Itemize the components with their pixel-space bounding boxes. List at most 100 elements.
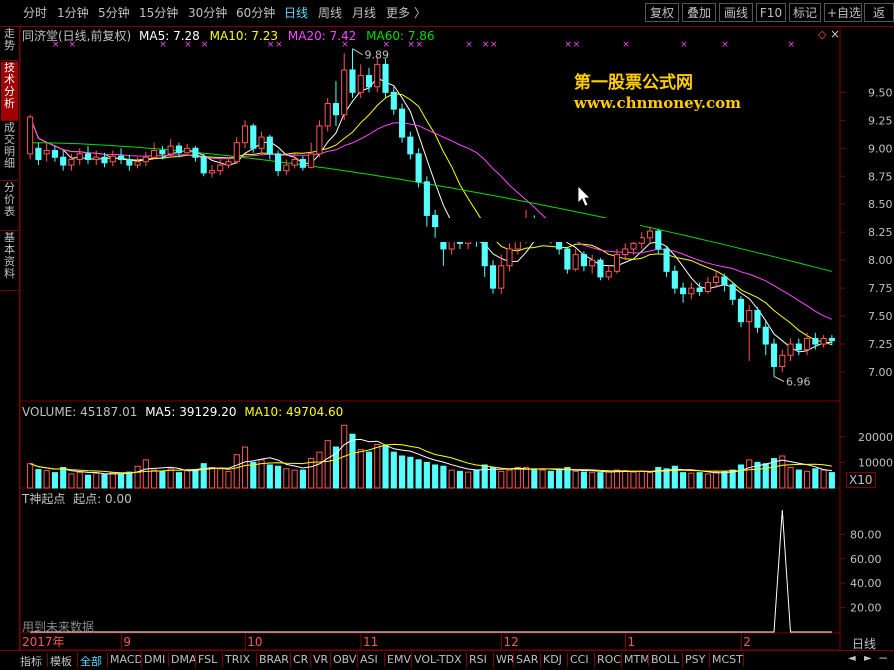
candle-body [217, 164, 224, 172]
date-axis-frame [19, 632, 841, 651]
indicator-tab-obv[interactable]: OBV [333, 653, 356, 666]
indicator-tab-模板[interactable]: 模板 [50, 653, 72, 669]
candle-body [341, 69, 348, 116]
candle-body [390, 91, 397, 110]
indicator-tab-asi[interactable]: ASI [360, 653, 378, 666]
volume-bar [51, 472, 58, 489]
period-30min[interactable]: 30分钟 [188, 4, 227, 21]
candle-body [415, 153, 422, 183]
candle-body [109, 155, 116, 163]
volume-bar [250, 461, 257, 489]
candle-body [407, 136, 414, 155]
tab-separator [290, 653, 291, 667]
candle-body [746, 310, 753, 323]
diejia-button[interactable]: 叠加 [682, 3, 716, 22]
candle-body [324, 103, 331, 127]
indicator-tab-roc[interactable]: ROC [597, 653, 621, 666]
tab-separator [621, 653, 622, 667]
tooltip-overlay [440, 218, 640, 242]
indicator-tab-wr[interactable]: WR [496, 653, 515, 666]
side-tab-jiben[interactable]: 基本资料 [1, 232, 18, 291]
candle-body [820, 337, 827, 345]
candle-body [762, 326, 769, 345]
period-fenshi[interactable]: 分时 [23, 4, 47, 21]
indicator-tab-trix[interactable]: TRIX [225, 653, 250, 666]
indicator-header: T神起点 起点: 0.00 [22, 490, 132, 507]
indicator-tab-dmi[interactable]: DMI [144, 653, 165, 666]
kline-chart[interactable]: 9.50 9.25 9.00 8.75 8.50 8.25 8.00 7.75 7.50 7.25… [0, 0, 894, 669]
candle-body [175, 145, 182, 154]
period-15min[interactable]: 15分钟 [139, 4, 178, 21]
indicator-tab-brar[interactable]: BRAR [259, 653, 289, 666]
indicator-tab-psy[interactable]: PSY [685, 653, 705, 666]
f10-button[interactable]: F10 [756, 3, 786, 22]
volume-bar [101, 474, 108, 489]
volume-bar [117, 473, 125, 489]
candle-body [308, 153, 315, 168]
indicator-tab-cci[interactable]: CCI [570, 653, 589, 666]
volume-axis-label: 10000 [858, 456, 893, 469]
fuquan-button[interactable]: 复权 [645, 3, 679, 22]
side-tab-jishu[interactable]: 技术分析 [1, 62, 18, 121]
indicator-tab-kdj[interactable]: KDJ [543, 653, 562, 666]
biaoji-button[interactable]: 标记 [789, 3, 821, 22]
volume-bar [688, 472, 695, 489]
candle-body [721, 276, 728, 286]
candle-body [167, 145, 174, 155]
chart-settings-icon[interactable]: ◇ [818, 28, 826, 41]
candle-body [283, 164, 290, 172]
back-button[interactable]: 返 [864, 3, 894, 22]
volume-bar [142, 459, 149, 489]
volume-bar [465, 471, 472, 489]
add-favorite-button[interactable]: +自选 [824, 3, 862, 22]
watermark-title: 第一股票公式网 [574, 73, 693, 93]
signal-x-marker: × [721, 40, 729, 50]
period-daily[interactable]: 日线 [284, 4, 308, 21]
main-chart-header: 同济堂(日线,前复权) MA5: 7.28 MA10: 7.23 MA20: 7… [22, 27, 435, 44]
volume-bar [167, 468, 174, 489]
chevron-right-icon[interactable]: 〉 [414, 4, 426, 21]
price-axis-label: 9.50 [868, 86, 893, 99]
volume-bar [704, 473, 711, 489]
huaxian-button[interactable]: 画线 [719, 3, 753, 22]
side-tab-fenjia[interactable]: 分价表 [1, 182, 18, 231]
indicator-tab-vol-tdx[interactable]: VOL-TDX [414, 653, 462, 666]
volume-bar [663, 468, 670, 489]
volume-bar [638, 470, 645, 489]
period-5min[interactable]: 5分钟 [98, 4, 130, 21]
indicator-tab-全部[interactable]: 全部 [80, 653, 102, 669]
tab-separator [107, 653, 108, 667]
indicator-tab-指标[interactable]: 指标 [20, 653, 42, 669]
indicator-tab-macd[interactable]: MACD [110, 653, 143, 666]
indicator-tab-sar[interactable]: SAR [516, 653, 538, 666]
indicator-tab-dma[interactable]: DMA [171, 653, 197, 666]
indicator-tab-cr[interactable]: CR [293, 653, 308, 666]
period-more[interactable]: 更多 [386, 4, 410, 21]
period-60min[interactable]: 60分钟 [236, 4, 275, 21]
indicator-tab-mcst[interactable]: MCST [712, 653, 743, 666]
tab-separator [310, 653, 311, 667]
scroll-right-icon[interactable]: ► [864, 653, 872, 664]
indicator-tab-fsl[interactable]: FSL [198, 653, 217, 666]
high-label: 9.89 [364, 49, 389, 62]
scroll-left-icon[interactable]: ◄ [848, 653, 856, 664]
indicator-tab-vr[interactable]: VR [313, 653, 328, 666]
candle-body [828, 337, 835, 342]
minus-icon[interactable]: − [878, 651, 888, 665]
indicator-tab-rsi[interactable]: RSI [469, 653, 487, 666]
indicator-axis-label: 60.00 [850, 553, 882, 566]
period-monthly[interactable]: 月线 [352, 4, 376, 21]
candle-body [159, 150, 166, 155]
volume-bar [646, 472, 654, 489]
period-toolbar: 分时 1分钟 5分钟 15分钟 30分钟 60分钟 日线 周线 月线 更多 〉 … [0, 0, 894, 27]
indicator-tab-boll[interactable]: BOLL [651, 653, 679, 666]
candle-body [804, 337, 811, 351]
volume-ma-lines [29, 438, 832, 475]
candle-body [93, 156, 100, 160]
close-icon[interactable]: × [830, 27, 840, 41]
period-weekly[interactable]: 周线 [318, 4, 342, 21]
side-tab-chengjiao[interactable]: 成交明细 [1, 122, 18, 181]
period-1min[interactable]: 1分钟 [57, 4, 89, 21]
indicator-tab-emv[interactable]: EMV [387, 653, 411, 666]
indicator-tab-mtm[interactable]: MTM [624, 653, 650, 666]
